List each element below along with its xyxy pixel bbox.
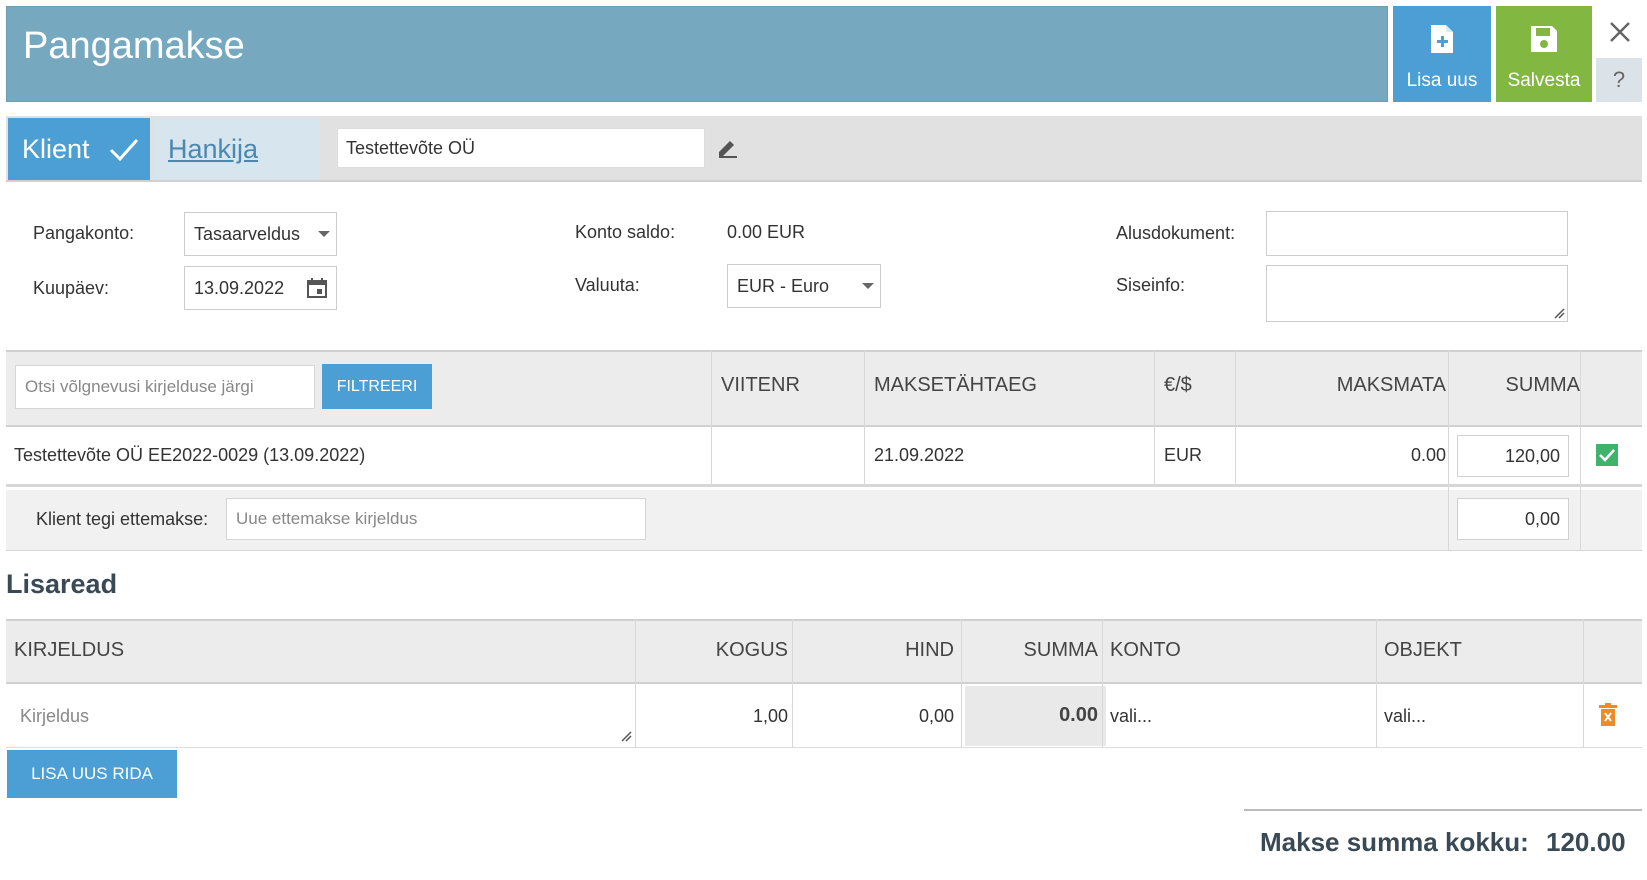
debt-unpaid: 0.00 bbox=[1410, 445, 1446, 465]
debt-sum-input[interactable]: 120,00 bbox=[1457, 435, 1569, 477]
tab-client[interactable]: Klient bbox=[8, 118, 150, 180]
edit-pencil-icon[interactable] bbox=[716, 136, 740, 158]
line-description-placeholder: Kirjeldus bbox=[20, 705, 90, 726]
title-bar: Pangamakse bbox=[6, 6, 1388, 102]
currency-label: Valuuta: bbox=[575, 275, 640, 295]
bank-account-label: Pangakonto: bbox=[33, 223, 135, 243]
balance-label: Konto saldo: bbox=[575, 222, 676, 242]
line-account-select[interactable]: vali... bbox=[1110, 706, 1152, 727]
prepayment-description-input[interactable]: Uue ettemakse kirjeldus bbox=[226, 498, 646, 540]
date-value: 13.09.2022 bbox=[194, 277, 285, 298]
col-description: KIRJELDUS bbox=[14, 639, 125, 662]
col-sum: SUMMA bbox=[1486, 374, 1580, 397]
col-account: KONTO bbox=[1110, 639, 1181, 662]
balance-value: 0.00 EUR bbox=[727, 222, 806, 242]
column-divider bbox=[635, 619, 636, 748]
line-object-select[interactable]: vali... bbox=[1384, 706, 1426, 727]
column-divider bbox=[1102, 619, 1103, 748]
internal-info-textarea[interactable] bbox=[1266, 265, 1568, 322]
date-field[interactable]: 13.09.2022 bbox=[184, 266, 337, 310]
tab-client-label: Klient bbox=[22, 133, 90, 164]
new-document-icon bbox=[1431, 25, 1453, 53]
checkbox-checked-icon[interactable] bbox=[1596, 444, 1618, 466]
column-divider bbox=[1580, 350, 1581, 551]
col-line-sum: SUMMA bbox=[966, 639, 1098, 662]
column-divider bbox=[792, 619, 793, 748]
add-new-button[interactable]: Lisa uus bbox=[1393, 6, 1491, 102]
chevron-down-icon bbox=[862, 283, 874, 289]
totals-divider bbox=[1244, 809, 1642, 811]
debt-currency: EUR bbox=[1164, 445, 1203, 465]
close-button[interactable] bbox=[1598, 12, 1642, 52]
debt-search-input[interactable]: Otsi võlgnevusi kirjelduse järgi bbox=[15, 365, 315, 409]
col-object: OBJEKT bbox=[1384, 639, 1462, 662]
base-document-field[interactable] bbox=[1266, 211, 1568, 256]
col-unpaid: MAKSMATA bbox=[1316, 374, 1446, 397]
column-divider bbox=[961, 619, 962, 748]
column-divider bbox=[1583, 619, 1584, 748]
debts-table: Otsi võlgnevusi kirjelduse järgi FILTREE… bbox=[6, 350, 1642, 551]
party-bar: Klient Hankija Testettevõte OÜ bbox=[6, 116, 1642, 182]
currency-select[interactable]: EUR - Euro bbox=[727, 264, 881, 308]
floppy-disk-icon bbox=[1531, 26, 1557, 52]
bank-account-select[interactable]: Tasaarveldus bbox=[184, 212, 337, 256]
col-ref: VIITENR bbox=[721, 374, 800, 397]
line-description-textarea[interactable]: Kirjeldus bbox=[6, 686, 634, 746]
col-due-date: MAKSETÄHTAEG bbox=[874, 374, 1037, 397]
save-button[interactable]: Salvesta bbox=[1496, 6, 1592, 102]
add-new-label: Lisa uus bbox=[1406, 70, 1478, 91]
currency-value: EUR - Euro bbox=[737, 275, 830, 296]
tab-supplier[interactable]: Hankija bbox=[154, 118, 320, 180]
bank-account-value: Tasaarveldus bbox=[194, 223, 301, 244]
debt-description: Testettevõte OÜ EE2022-0029 (13.09.2022) bbox=[14, 445, 366, 465]
page-title: Pangamakse bbox=[23, 25, 245, 67]
column-divider bbox=[864, 350, 865, 487]
line-quantity[interactable]: 1,00 bbox=[642, 706, 788, 727]
column-divider bbox=[1235, 350, 1236, 487]
resize-handle-icon[interactable] bbox=[620, 730, 632, 742]
total-label: Makse summa kokku: bbox=[1260, 827, 1529, 857]
tab-supplier-label: Hankija bbox=[168, 133, 259, 164]
prepayment-sum-input[interactable]: 0,00 bbox=[1457, 498, 1569, 540]
base-document-label: Alusdokument: bbox=[1116, 223, 1236, 243]
close-icon bbox=[1610, 22, 1630, 42]
date-label: Kuupäev: bbox=[33, 278, 110, 298]
save-label: Salvesta bbox=[1507, 70, 1581, 91]
column-divider bbox=[1448, 350, 1449, 551]
prepayment-label: Klient tegi ettemakse: bbox=[36, 509, 209, 529]
add-row-button[interactable]: LISA UUS RIDA bbox=[7, 750, 177, 798]
help-button[interactable]: ? bbox=[1596, 58, 1642, 102]
column-divider bbox=[1154, 350, 1155, 487]
col-price: HIND bbox=[800, 639, 954, 662]
chevron-down-icon bbox=[318, 231, 330, 237]
trash-icon[interactable] bbox=[1599, 703, 1617, 727]
column-divider bbox=[1376, 619, 1377, 748]
resize-handle-icon[interactable] bbox=[1553, 307, 1565, 319]
check-icon bbox=[109, 138, 139, 162]
prepayment-placeholder: Uue ettemakse kirjeldus bbox=[236, 509, 418, 528]
total-value: 120.00 bbox=[1546, 827, 1626, 857]
line-sum: 0.00 bbox=[1059, 704, 1098, 726]
col-currency: €/$ bbox=[1164, 374, 1192, 397]
calendar-icon[interactable] bbox=[306, 277, 328, 299]
filter-button[interactable]: FILTREERI bbox=[322, 364, 432, 409]
internal-info-label: Siseinfo: bbox=[1116, 275, 1186, 295]
debt-due-date: 21.09.2022 bbox=[874, 445, 965, 465]
line-price[interactable]: 0,00 bbox=[800, 706, 954, 727]
party-name-field[interactable]: Testettevõte OÜ bbox=[337, 128, 705, 168]
col-quantity: KOGUS bbox=[642, 639, 788, 662]
extra-lines-title: Lisaread bbox=[6, 569, 118, 599]
extra-lines-table: KIRJELDUS KOGUS HIND SUMMA KONTO OBJEKT … bbox=[6, 619, 1642, 748]
column-divider bbox=[711, 350, 712, 487]
debt-search-placeholder: Otsi võlgnevusi kirjelduse järgi bbox=[25, 377, 254, 396]
